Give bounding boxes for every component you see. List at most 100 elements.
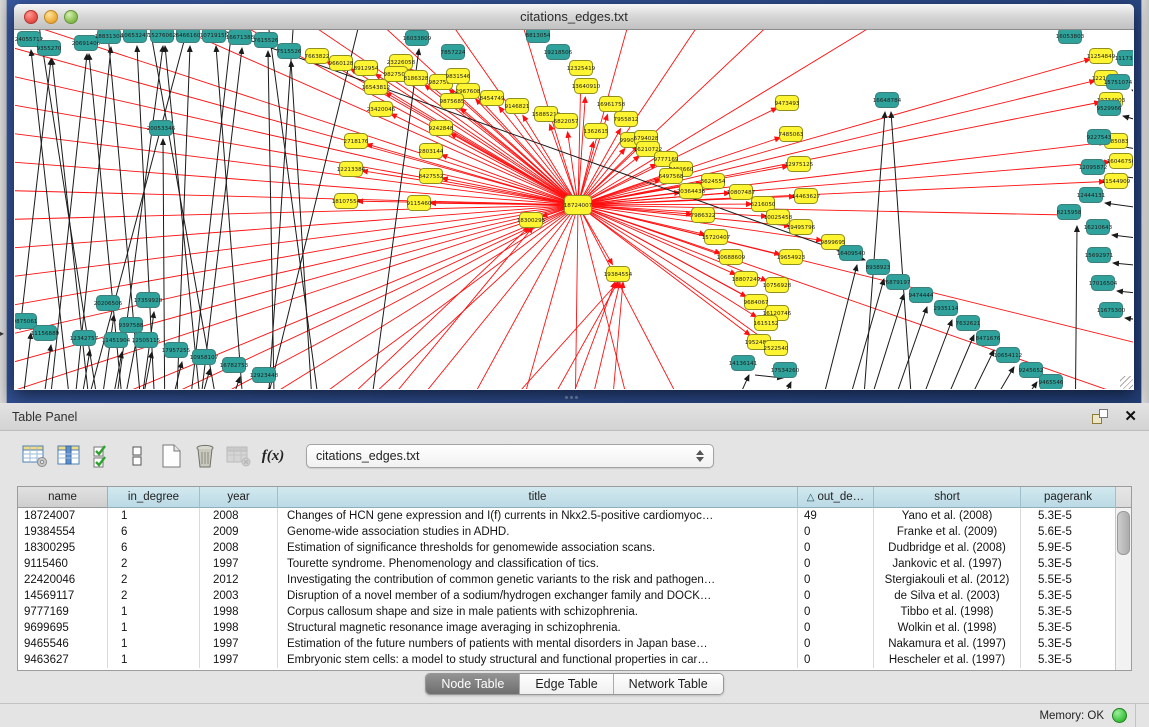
graph-node[interactable]: 15751074: [1104, 75, 1133, 90]
cell-year[interactable]: 1997: [200, 652, 278, 668]
graph-node[interactable]: 9245652: [1019, 363, 1044, 378]
graph-node[interactable]: 16053803: [1056, 30, 1085, 44]
cell-in_degree[interactable]: 6: [108, 524, 200, 540]
graph-node[interactable]: 16210643: [1084, 220, 1113, 235]
graph-node[interactable]: 9684067: [744, 295, 769, 310]
graph-node[interactable]: 9397588: [119, 318, 144, 333]
graph-node[interactable]: 2935114: [934, 301, 959, 316]
table-row[interactable]: 2242004622012Investigating the contribut…: [18, 572, 1116, 588]
cell-short[interactable]: de Silva et al. (2003): [874, 588, 1021, 604]
cell-short[interactable]: Hescheler et al. (1997): [874, 652, 1021, 668]
graph-node[interactable]: 17957255: [162, 343, 191, 358]
graph-node[interactable]: 10807487: [727, 185, 756, 200]
cell-pagerank[interactable]: 5.3E-5: [1021, 556, 1116, 572]
graph-node[interactable]: 12923448: [250, 368, 279, 383]
graph-node[interactable]: 19384554: [604, 267, 633, 282]
graph-node[interactable]: 18107554: [332, 194, 361, 209]
cell-name[interactable]: 9463627: [18, 652, 108, 668]
graph-node[interactable]: 6466160: [176, 30, 201, 43]
network-window-titlebar[interactable]: citations_edges.txt: [14, 4, 1134, 30]
cell-name[interactable]: 22420046: [18, 572, 108, 588]
window-resize-grip[interactable]: [1120, 376, 1133, 389]
close-panel-icon[interactable]: ✕: [1124, 409, 1137, 424]
graph-node[interactable]: 12325419: [567, 61, 596, 76]
graph-node[interactable]: 2803144: [419, 144, 444, 159]
table-row[interactable]: 1456911722003Disruption of a novel membe…: [18, 588, 1116, 604]
show-columns-button[interactable]: [54, 442, 84, 470]
graph-node[interactable]: 6879197: [886, 275, 911, 290]
cell-in_degree[interactable]: 6: [108, 540, 200, 556]
cell-short[interactable]: Dudbridge et al. (2008): [874, 540, 1021, 556]
graph-node[interactable]: 19495796: [787, 220, 816, 235]
graph-node[interactable]: 16033809: [403, 31, 432, 46]
cell-title[interactable]: Structural magnetic resonance image aver…: [278, 620, 798, 636]
table-row[interactable]: 1830029562008Estimation of significance …: [18, 540, 1116, 556]
cell-out_de[interactable]: 0: [798, 556, 874, 572]
table-vertical-scrollbar[interactable]: [1115, 508, 1131, 670]
cell-pagerank[interactable]: 5.3E-5: [1021, 620, 1116, 636]
cell-pagerank[interactable]: 5.3E-5: [1021, 636, 1116, 652]
cell-year[interactable]: 1997: [200, 556, 278, 572]
graph-node[interactable]: 18724007: [564, 196, 593, 215]
graph-node[interactable]: 12213384: [337, 162, 366, 177]
cell-out_de[interactable]: 0: [798, 652, 874, 668]
tab-network-table[interactable]: Network Table: [614, 674, 723, 694]
cell-out_de[interactable]: 0: [798, 604, 874, 620]
graph-node[interactable]: 16409540: [837, 246, 866, 261]
graph-node[interactable]: 8912954: [354, 61, 379, 76]
cell-in_degree[interactable]: 2: [108, 572, 200, 588]
graph-node[interactable]: 10958107: [190, 350, 219, 365]
cell-title[interactable]: Genome-wide association studies in ADHD.: [278, 524, 798, 540]
cell-in_degree[interactable]: 2: [108, 556, 200, 572]
cell-in_degree[interactable]: 1: [108, 620, 200, 636]
graph-node[interactable]: 12975125: [785, 157, 814, 172]
graph-node[interactable]: 7986322: [691, 208, 716, 223]
graph-node[interactable]: 9227543: [1087, 130, 1112, 145]
graph-node[interactable]: 11451904: [102, 333, 131, 348]
graph-node[interactable]: 8471676: [976, 331, 1001, 346]
graph-node[interactable]: 9529966: [1097, 101, 1122, 116]
graph-node[interactable]: 16543812: [362, 80, 390, 95]
graph-node[interactable]: 23420046: [367, 102, 396, 117]
cell-pagerank[interactable]: 5.6E-5: [1021, 524, 1116, 540]
graph-node[interactable]: 2718176: [344, 134, 369, 149]
delete-table-button[interactable]: [224, 442, 254, 470]
cell-title[interactable]: Estimation of the future numbers of pati…: [278, 636, 798, 652]
graph-node[interactable]: 17359928: [134, 293, 163, 308]
graph-node[interactable]: 20206506: [94, 296, 123, 311]
network-canvas[interactable]: 1872400776638229660128891295423226058982…: [15, 30, 1133, 389]
row-height-button[interactable]: [122, 442, 152, 470]
cell-pagerank[interactable]: 5.5E-5: [1021, 572, 1116, 588]
cell-title[interactable]: Tourette syndrome. Phenomenology and cla…: [278, 556, 798, 572]
graph-node[interactable]: 15276062: [148, 30, 176, 43]
graph-node[interactable]: 12342757: [70, 331, 99, 346]
cell-in_degree[interactable]: 2: [108, 588, 200, 604]
cell-out_de[interactable]: 49: [798, 508, 874, 524]
graph-node[interactable]: 12444131: [1077, 188, 1106, 203]
graph-node[interactable]: 9146821: [505, 99, 530, 114]
graph-node[interactable]: 13640910: [572, 79, 601, 94]
cell-pagerank[interactable]: 5.3E-5: [1021, 588, 1116, 604]
graph-node[interactable]: 11173632: [1115, 51, 1133, 66]
graph-node[interactable]: 7955812: [614, 112, 639, 127]
table-row[interactable]: 1938455462009Genome-wide association stu…: [18, 524, 1116, 540]
column-header-name[interactable]: name: [18, 487, 108, 508]
graph-node[interactable]: 14463627: [792, 189, 821, 204]
graph-node[interactable]: 8215958: [1057, 205, 1082, 220]
graph-node[interactable]: 7857224: [441, 45, 466, 60]
graph-node[interactable]: 16648784: [873, 93, 902, 108]
cell-out_de[interactable]: 0: [798, 636, 874, 652]
cell-title[interactable]: Investigating the contribution of common…: [278, 572, 798, 588]
graph-node[interactable]: 8427552: [419, 169, 444, 184]
tab-node-table[interactable]: Node Table: [426, 674, 520, 694]
cell-short[interactable]: Nakamura et al. (1997): [874, 636, 1021, 652]
graph-node[interactable]: 10653247: [121, 30, 150, 43]
graph-node[interactable]: 11544909: [1102, 174, 1131, 189]
cell-name[interactable]: 9465546: [18, 636, 108, 652]
cell-name[interactable]: 14569117: [18, 588, 108, 604]
table-row[interactable]: 969969511998Structural magnetic resonanc…: [18, 620, 1116, 636]
cell-short[interactable]: Stergiakouli et al. (2012): [874, 572, 1021, 588]
graph-node[interactable]: 12095872: [1079, 160, 1107, 175]
column-header-in_degree[interactable]: in_degree: [108, 487, 200, 508]
graph-node[interactable]: 7615526: [254, 33, 279, 48]
